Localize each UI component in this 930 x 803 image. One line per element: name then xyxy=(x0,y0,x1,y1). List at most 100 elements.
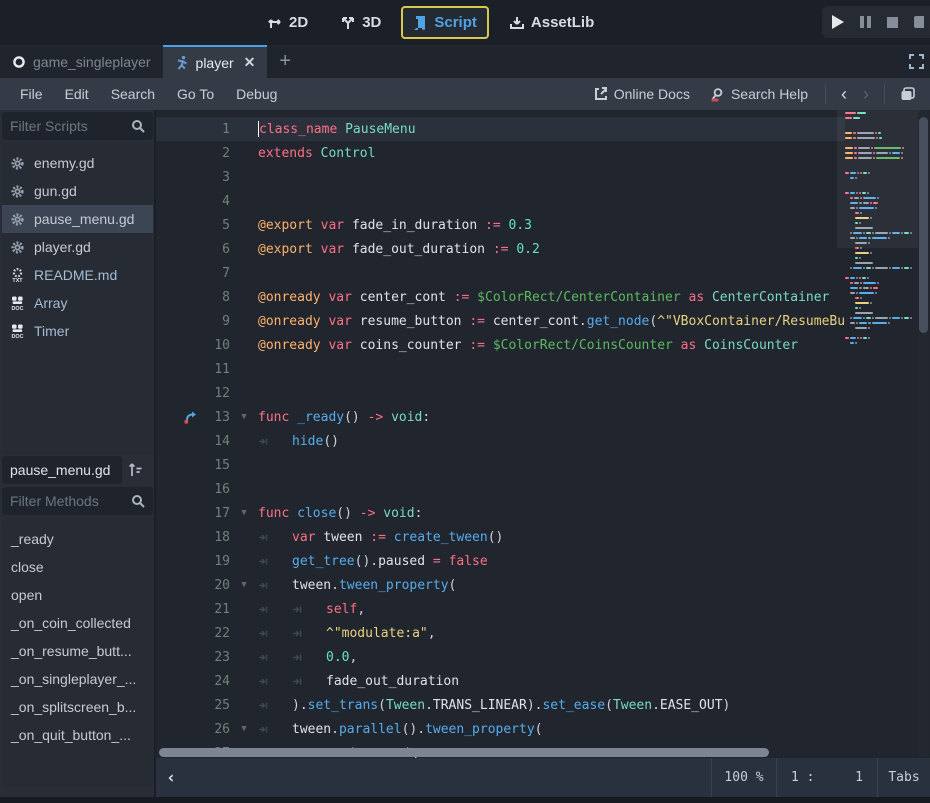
line-number[interactable]: 2 xyxy=(202,146,230,161)
menu-go-to[interactable]: Go To xyxy=(167,81,224,107)
filter-scripts-input[interactable]: Filter Scripts xyxy=(2,112,153,140)
line-number[interactable]: 17 xyxy=(202,506,230,521)
line-number[interactable]: 6 xyxy=(202,242,230,257)
code-line-26[interactable]: 26▼tween.parallel().tween_property( xyxy=(156,717,845,741)
fold-chevron-icon[interactable]: ▼ xyxy=(230,580,258,590)
script-item-enemy.gd[interactable]: enemy.gd xyxy=(2,149,153,177)
script-item-pause_menu.gd[interactable]: pause_menu.gd xyxy=(2,205,153,233)
code-line-14[interactable]: 14hide() xyxy=(156,429,845,453)
close-tab-icon[interactable]: ✕ xyxy=(244,54,256,71)
code-editor[interactable]: 1class_name PauseMenu2extends Control 3 4 5… xyxy=(156,110,930,758)
line-number[interactable]: 9 xyxy=(202,314,230,329)
code-line-19[interactable]: 19get_tree().paused = false xyxy=(156,549,845,573)
method-item-_on_resume_butt[interactable]: _on_resume_butt... xyxy=(2,637,153,665)
horizontal-scrollbar-thumb[interactable] xyxy=(159,748,769,757)
line-number[interactable]: 18 xyxy=(202,530,230,545)
filter-methods-input[interactable]: Filter Methods xyxy=(2,487,153,515)
vertical-scrollbar[interactable] xyxy=(918,110,929,758)
code-line-1[interactable]: 1class_name PauseMenu xyxy=(156,117,845,141)
menu-debug[interactable]: Debug xyxy=(226,81,287,107)
script-item-README.md[interactable]: TXTREADME.md xyxy=(2,261,153,289)
line-number[interactable]: 7 xyxy=(202,266,230,281)
line-number[interactable]: 20 xyxy=(202,578,230,593)
menu-search[interactable]: Search xyxy=(101,81,165,107)
code-line-12[interactable]: 12 xyxy=(156,381,845,405)
zoom-level[interactable]: 100 % xyxy=(712,758,776,797)
fold-chevron-icon[interactable]: ▼ xyxy=(230,508,258,518)
code-line-5[interactable]: 5@export var fade_in_duration := 0.3 xyxy=(156,213,845,237)
mode-button-assetlib[interactable]: AssetLib xyxy=(497,6,606,39)
distraction-free-mode-icon[interactable] xyxy=(908,53,925,70)
method-item-_on_splitscreen_b[interactable]: _on_splitscreen_b... xyxy=(2,693,153,721)
mode-button-3d[interactable]: 3D xyxy=(328,6,393,39)
line-number[interactable]: 5 xyxy=(202,218,230,233)
fold-chevron-icon[interactable]: ▼ xyxy=(230,724,258,734)
line-number[interactable]: 4 xyxy=(202,194,230,209)
vertical-scrollbar-thumb[interactable] xyxy=(919,117,928,333)
menu-file[interactable]: File xyxy=(10,81,53,107)
code-minimap[interactable] xyxy=(845,110,915,758)
code-line-6[interactable]: 6@export var fade_out_duration := 0.2 xyxy=(156,237,845,261)
code-line-4[interactable]: 4 xyxy=(156,189,845,213)
script-item-Array[interactable]: DOCArray xyxy=(2,289,153,317)
horizontal-scrollbar[interactable] xyxy=(156,748,916,757)
code-line-17[interactable]: 17▼func close() -> void: xyxy=(156,501,845,525)
indent-mode[interactable]: Tabs xyxy=(878,758,930,797)
code-line-13[interactable]: 13▼func _ready() -> void: xyxy=(156,405,845,429)
script-item-player.gd[interactable]: player.gd xyxy=(2,233,153,261)
search-help-button[interactable]: Search Help xyxy=(702,82,816,106)
collapse-panel-chevron[interactable]: ‹ xyxy=(156,768,176,788)
line-number[interactable]: 1 xyxy=(202,122,230,137)
method-item-close[interactable]: close xyxy=(2,553,153,581)
line-number[interactable]: 19 xyxy=(202,554,230,569)
line-number[interactable]: 21 xyxy=(202,602,230,617)
mode-button-2d[interactable]: 2D xyxy=(255,6,320,39)
line-number[interactable]: 26 xyxy=(202,722,230,737)
line-number[interactable]: 12 xyxy=(202,386,230,401)
code-line-18[interactable]: 18var tween := create_tween() xyxy=(156,525,845,549)
pause-button[interactable] xyxy=(860,16,871,28)
line-number[interactable]: 10 xyxy=(202,338,230,353)
line-number[interactable]: 22 xyxy=(202,626,230,641)
method-item-_on_singleplayer_[interactable]: _on_singleplayer_... xyxy=(2,665,153,693)
code-line-21[interactable]: 21self, xyxy=(156,597,845,621)
make-floating-icon[interactable] xyxy=(894,86,922,102)
history-back-button[interactable]: ‹ xyxy=(835,84,853,105)
method-item-_on_quit_button_[interactable]: _on_quit_button_... xyxy=(2,721,153,749)
line-number[interactable]: 3 xyxy=(202,170,230,185)
code-line-10[interactable]: 10@onready var coins_counter := $ColorRe… xyxy=(156,333,845,357)
method-item-_on_coin_collected[interactable]: _on_coin_collected xyxy=(2,609,153,637)
scene-tab-player[interactable]: player✕ xyxy=(163,45,268,78)
menu-edit[interactable]: Edit xyxy=(55,81,99,107)
code-line-20[interactable]: 20▼tween.tween_property( xyxy=(156,573,845,597)
play-button[interactable] xyxy=(832,15,844,29)
history-forward-button[interactable]: › xyxy=(857,84,875,105)
line-number[interactable]: 11 xyxy=(202,362,230,377)
line-number[interactable]: 24 xyxy=(202,674,230,689)
code-line-7[interactable]: 7 xyxy=(156,261,845,285)
method-item-_ready[interactable]: _ready xyxy=(2,525,153,553)
scene-tab-game_singleplayer[interactable]: game_singleplayer xyxy=(0,45,163,78)
code-line-16[interactable]: 16 xyxy=(156,477,845,501)
mode-button-script[interactable]: Script xyxy=(401,6,489,39)
code-line-22[interactable]: 22^"modulate:a", xyxy=(156,621,845,645)
method-item-open[interactable]: open xyxy=(2,581,153,609)
sort-methods-icon[interactable] xyxy=(126,461,144,479)
line-number[interactable]: 16 xyxy=(202,482,230,497)
line-number[interactable]: 25 xyxy=(202,698,230,713)
line-number[interactable]: 13 xyxy=(202,410,230,425)
code-line-15[interactable]: 15 xyxy=(156,453,845,477)
line-number[interactable]: 14 xyxy=(202,434,230,449)
code-line-25[interactable]: 25).set_trans(Tween.TRANS_LINEAR).set_ea… xyxy=(156,693,845,717)
line-number[interactable]: 8 xyxy=(202,290,230,305)
code-line-2[interactable]: 2extends Control xyxy=(156,141,845,165)
code-line-23[interactable]: 230.0, xyxy=(156,645,845,669)
stop-button[interactable] xyxy=(887,17,898,28)
add-scene-tab-button[interactable]: + xyxy=(267,45,303,78)
line-number[interactable]: 15 xyxy=(202,458,230,473)
code-line-24[interactable]: 24fade_out_duration xyxy=(156,669,845,693)
script-item-gun.gd[interactable]: gun.gd xyxy=(2,177,153,205)
code-line-3[interactable]: 3 xyxy=(156,165,845,189)
code-line-11[interactable]: 11 xyxy=(156,357,845,381)
code-line-8[interactable]: 8@onready var center_cont := $ColorRect/… xyxy=(156,285,845,309)
